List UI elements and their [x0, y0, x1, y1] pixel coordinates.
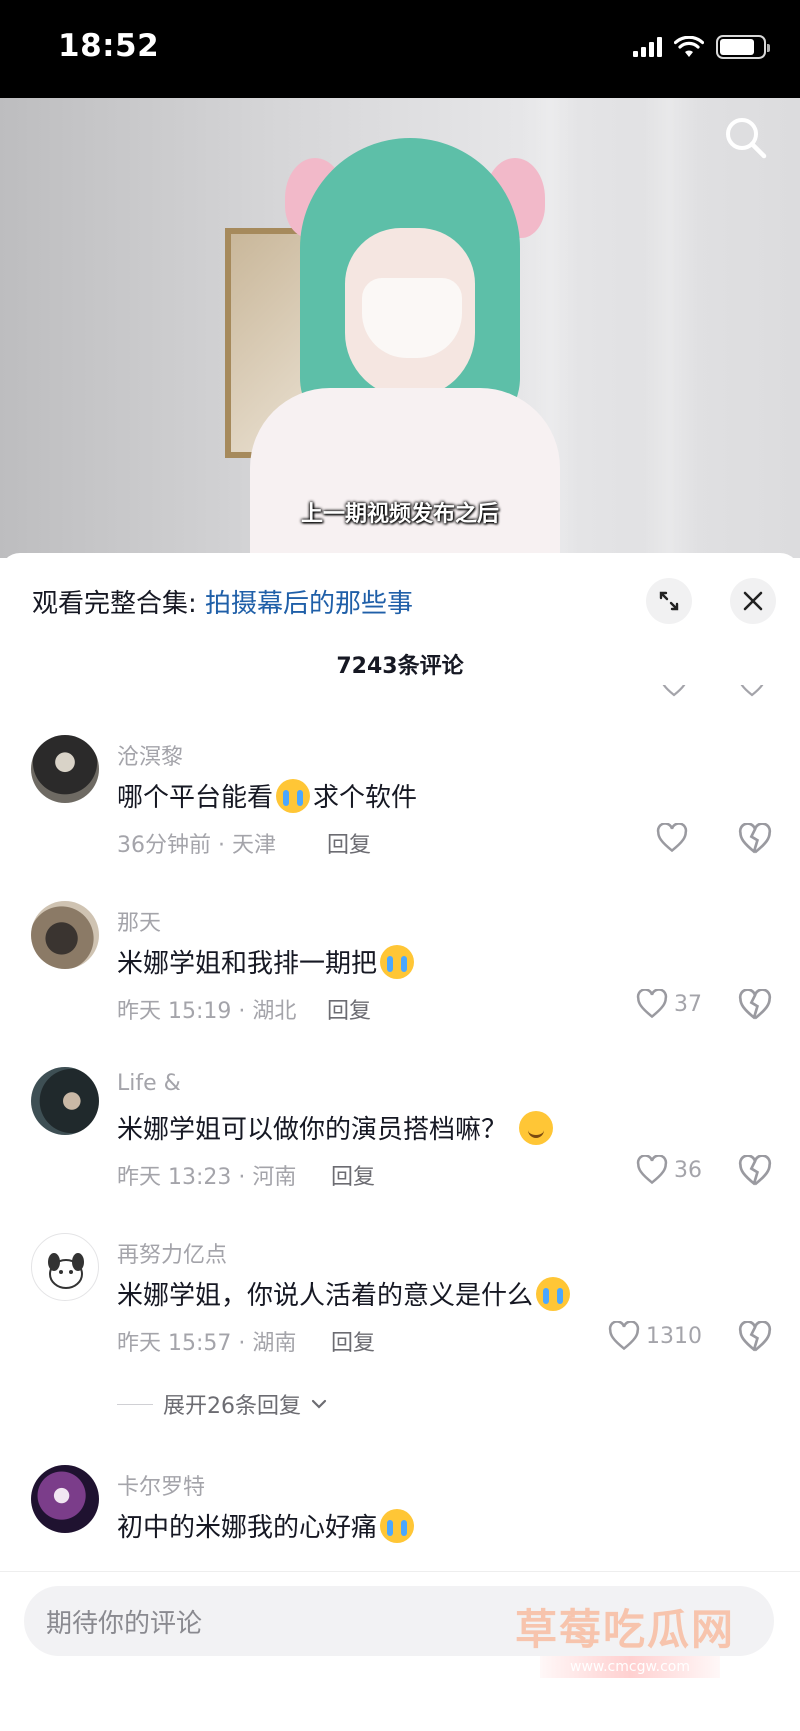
comment-meta: 昨天 15:19 · 湖北 [117, 999, 297, 1024]
comment-meta: 昨天 13:23 · 河南 [117, 1165, 297, 1190]
like-count: 37 [674, 991, 702, 1017]
video-player[interactable]: 上一期视频发布之后 [0, 98, 800, 558]
reply-button[interactable]: 回复 [327, 993, 371, 1025]
avatar[interactable] [31, 1233, 99, 1301]
heart-icon [608, 1321, 640, 1351]
comment-input-placeholder: 期待你的评论 [46, 1608, 203, 1639]
partial-comment-row [0, 685, 800, 705]
collection-link[interactable]: 观看完整合集: 拍摄幕后的那些事 [32, 583, 413, 620]
comment-username[interactable]: 沧溟黎 [117, 739, 183, 771]
crying-emoji-icon [276, 778, 311, 813]
comment-text: 初中的米娜我的心好痛 [117, 1507, 417, 1544]
comment-count: 7243条评论 [336, 654, 464, 679]
broken-heart-icon [738, 822, 772, 854]
comment-input-bar: 期待你的评论 草莓吃瓜网 www.cmcgw.com [0, 1571, 800, 1731]
dislike-button[interactable] [738, 822, 772, 857]
expand-replies-label: 展开26条回复 [163, 1394, 301, 1419]
comment-text-part: 初中的米娜我的心好痛 [117, 1513, 378, 1543]
comment-text-part: 米娜学姐可以做你的演员搭档嘛？ [117, 1115, 508, 1145]
like-button[interactable]: 37 [636, 989, 702, 1019]
figure-face-mask [362, 278, 462, 358]
crying-emoji-icon [380, 1508, 415, 1543]
comments-sheet: 观看完整合集: 拍摄幕后的那些事 7243条评论 沧溟黎 哪个平台能看 求个软件 … [0, 553, 800, 1731]
comment-meta: 36分钟前 · 天津 [117, 833, 276, 858]
like-button[interactable] [656, 823, 688, 853]
chevron-down-icon [311, 1399, 327, 1409]
reply-button[interactable]: 回复 [331, 1325, 375, 1357]
comment-text: 米娜学姐和我排一期把 [117, 943, 417, 980]
like-icon [662, 685, 686, 697]
avatar[interactable] [31, 1067, 99, 1135]
collection-title[interactable]: 拍摄幕后的那些事 [205, 589, 413, 619]
comment-text-part: 米娜学姐和我排一期把 [117, 949, 378, 979]
expand-button[interactable] [646, 578, 692, 624]
crying-emoji-icon [536, 1276, 571, 1311]
reply-button[interactable]: 回复 [331, 1159, 375, 1191]
comment-username[interactable]: Life & [117, 1071, 181, 1096]
dislike-button[interactable] [738, 1154, 772, 1189]
close-icon [743, 591, 763, 611]
status-bar: 18:52 [0, 0, 800, 98]
heart-icon [636, 1155, 668, 1185]
comment-item[interactable]: 再努力亿点 米娜学姐，你说人活着的意义是什么 昨天 15:57 · 湖南 回复 … [0, 1233, 800, 1443]
divider [117, 1403, 153, 1405]
smiling-emoji-icon [519, 1110, 554, 1145]
status-time: 18:52 [58, 28, 160, 64]
comment-item[interactable]: 那天 米娜学姐和我排一期把 昨天 15:19 · 湖北 回复 37 [0, 901, 800, 1051]
comment-item[interactable]: 沧溟黎 哪个平台能看 求个软件 36分钟前 · 天津 回复 [0, 735, 800, 885]
broken-heart-icon [738, 1154, 772, 1186]
battery-icon [716, 35, 770, 59]
close-button[interactable] [730, 578, 776, 624]
comment-item[interactable]: Life & 米娜学姐可以做你的演员搭档嘛？ 昨天 13:23 · 河南 回复 … [0, 1067, 800, 1217]
like-count: 36 [674, 1157, 702, 1183]
comment-text: 哪个平台能看 求个软件 [117, 777, 417, 814]
cellular-signal-icon [633, 37, 662, 57]
comment-meta: 昨天 15:57 · 湖南 [117, 1331, 297, 1356]
comment-text-part: 米娜学姐，你说人活着的意义是什么 [117, 1281, 534, 1311]
reply-button[interactable]: 回复 [327, 827, 371, 859]
dislike-button[interactable] [738, 1320, 772, 1355]
comment-text-part: 求个软件 [313, 783, 418, 813]
cartoon-dog-avatar-icon [48, 1253, 84, 1289]
broken-heart-icon [738, 1320, 772, 1352]
comment-username[interactable]: 那天 [117, 905, 161, 937]
status-icons [633, 35, 770, 59]
broken-heart-icon [738, 988, 772, 1020]
heart-icon [636, 989, 668, 1019]
dislike-button[interactable] [738, 988, 772, 1023]
avatar[interactable] [31, 1465, 99, 1533]
video-subtitle: 上一期视频发布之后 [300, 502, 499, 527]
search-button[interactable] [720, 112, 772, 164]
collection-prefix: 观看完整合集: [32, 589, 206, 619]
heart-icon [656, 823, 688, 853]
comment-username[interactable]: 卡尔罗特 [117, 1469, 205, 1501]
comment-text-part: 哪个平台能看 [117, 783, 274, 813]
expand-icon [659, 591, 679, 611]
dislike-icon [740, 685, 764, 697]
watermark-text: 草莓吃瓜网 [515, 1605, 736, 1654]
crying-emoji-icon [380, 944, 415, 979]
like-button[interactable]: 36 [636, 1155, 702, 1185]
search-icon [726, 118, 767, 159]
avatar[interactable] [31, 735, 99, 803]
wifi-icon [674, 36, 704, 57]
watermark-url: www.cmcgw.com [540, 1656, 720, 1678]
comment-list[interactable]: 沧溟黎 哪个平台能看 求个软件 36分钟前 · 天津 回复 那天 米娜学姐和我排一… [0, 685, 800, 1605]
comment-username[interactable]: 再努力亿点 [117, 1237, 227, 1269]
figure-dress [250, 388, 560, 558]
comment-text: 米娜学姐，你说人活着的意义是什么 [117, 1275, 573, 1312]
like-count: 1310 [646, 1323, 702, 1349]
avatar[interactable] [31, 901, 99, 969]
curtain-fold [640, 98, 700, 558]
like-button[interactable]: 1310 [608, 1321, 702, 1351]
comment-text: 米娜学姐可以做你的演员搭档嘛？ [117, 1109, 556, 1146]
expand-replies-button[interactable]: 展开26条回复 [117, 1388, 327, 1420]
